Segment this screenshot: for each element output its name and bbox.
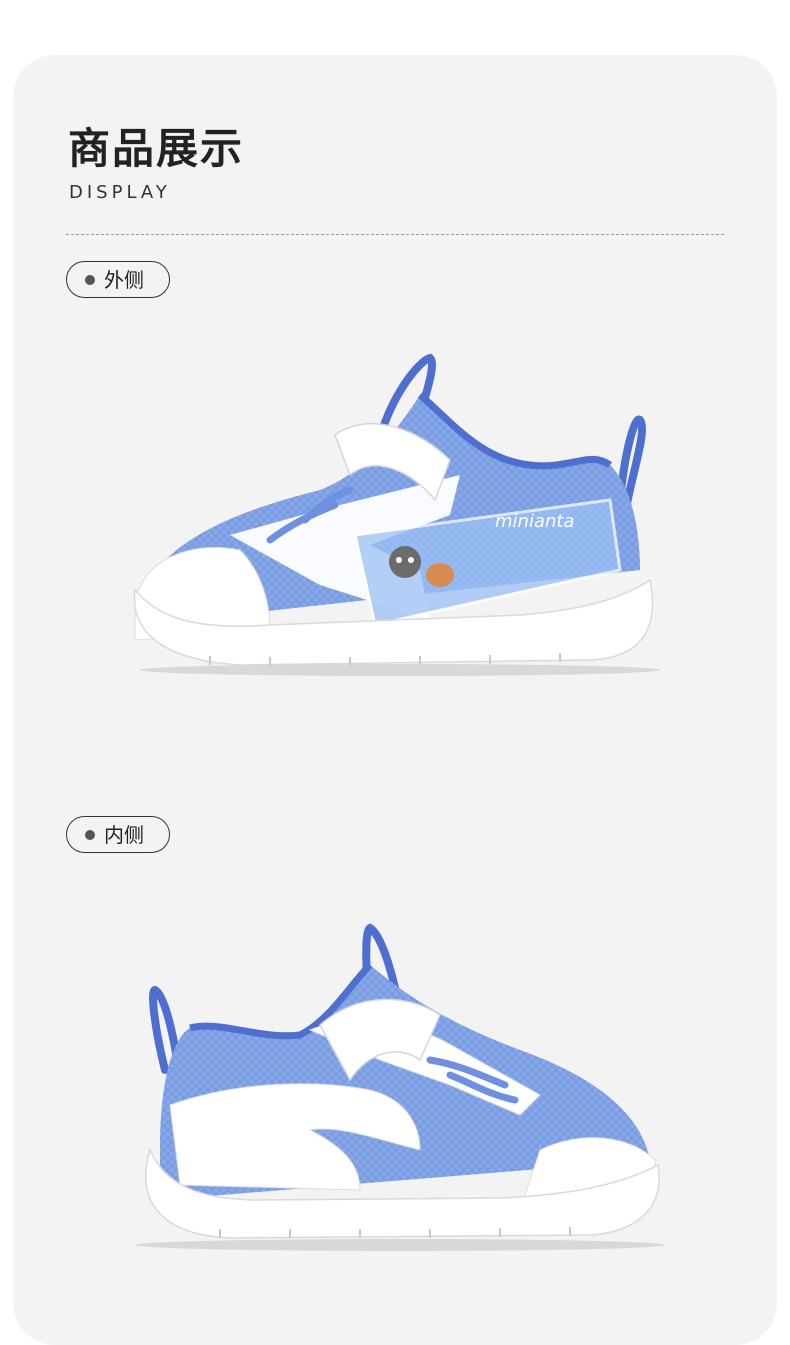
dot-icon — [85, 274, 95, 285]
section-title: 商品展示 — [68, 124, 245, 173]
view-tag-label: 外侧 — [104, 267, 144, 292]
view-tag-label: 内侧 — [104, 822, 144, 847]
shoe-outer-side-image: minianta — [133, 353, 660, 676]
section-subtitle: DISPLAY — [69, 182, 171, 203]
view-tag-inner: 内侧 — [66, 816, 170, 853]
brand-mark: minianta — [495, 511, 574, 532]
dot-icon — [85, 829, 95, 840]
dashed-divider — [66, 234, 724, 235]
view-tag-outer: 外侧 — [66, 261, 170, 298]
shoe-inner-side-image — [135, 923, 665, 1251]
